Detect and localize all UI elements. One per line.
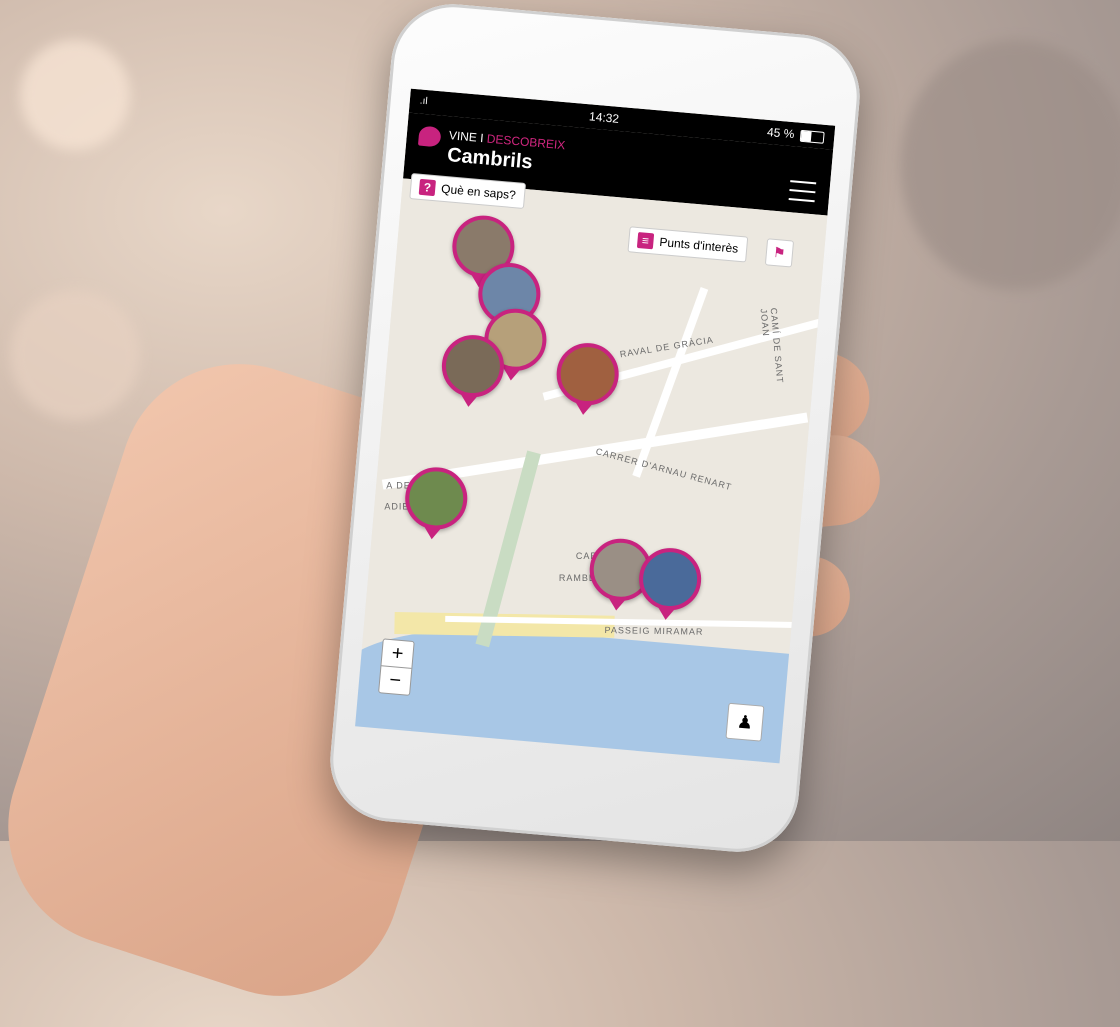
zoom-control: + − <box>378 638 415 696</box>
battery-icon <box>799 129 825 144</box>
location-person-icon[interactable]: ♟ <box>725 702 765 742</box>
status-time: 14:32 <box>588 109 620 126</box>
question-icon: ? <box>418 178 436 197</box>
road <box>632 287 709 478</box>
beach-area <box>394 611 615 638</box>
list-icon: ≡ <box>636 232 655 250</box>
map[interactable]: RAVAL DE GRÀCIA CAMÍ DE SANT JOAN CARRER… <box>355 173 835 764</box>
bokeh-light <box>20 40 130 150</box>
battery-percent: 45 % <box>766 124 795 142</box>
points-of-interest-label: Punts d'interès <box>658 234 739 256</box>
bokeh-dark <box>900 40 1120 290</box>
city-title: Cambrils <box>446 144 534 174</box>
street-label: PASSEIG MIRAMAR <box>604 625 704 637</box>
phone: .ıl 14:32 45 % VINE I DESCOBREIX Cambril… <box>325 0 865 857</box>
signal-indicator: .ıl <box>419 95 429 108</box>
zoom-in-button[interactable]: + <box>382 639 414 668</box>
que-en-saps-label: Què en saps? <box>440 181 517 203</box>
bokeh-light <box>10 290 140 420</box>
chat-bubble-icon <box>417 125 442 148</box>
street-label: CARRER D'ARNAU RENART <box>594 446 734 493</box>
zoom-out-button[interactable]: − <box>379 665 412 695</box>
points-of-interest-button[interactable]: ≡ Punts d'interès <box>627 226 749 263</box>
bookmark-icon: ⚑ <box>772 243 787 261</box>
bookmark-button[interactable]: ⚑ <box>764 238 794 268</box>
brand-tagline-part1: VINE I <box>448 128 488 146</box>
poi-marker[interactable] <box>554 340 622 408</box>
menu-icon[interactable] <box>788 180 817 203</box>
phone-screen: .ıl 14:32 45 % VINE I DESCOBREIX Cambril… <box>355 88 836 764</box>
street-label: CAMÍ DE SANT JOAN <box>758 307 786 384</box>
